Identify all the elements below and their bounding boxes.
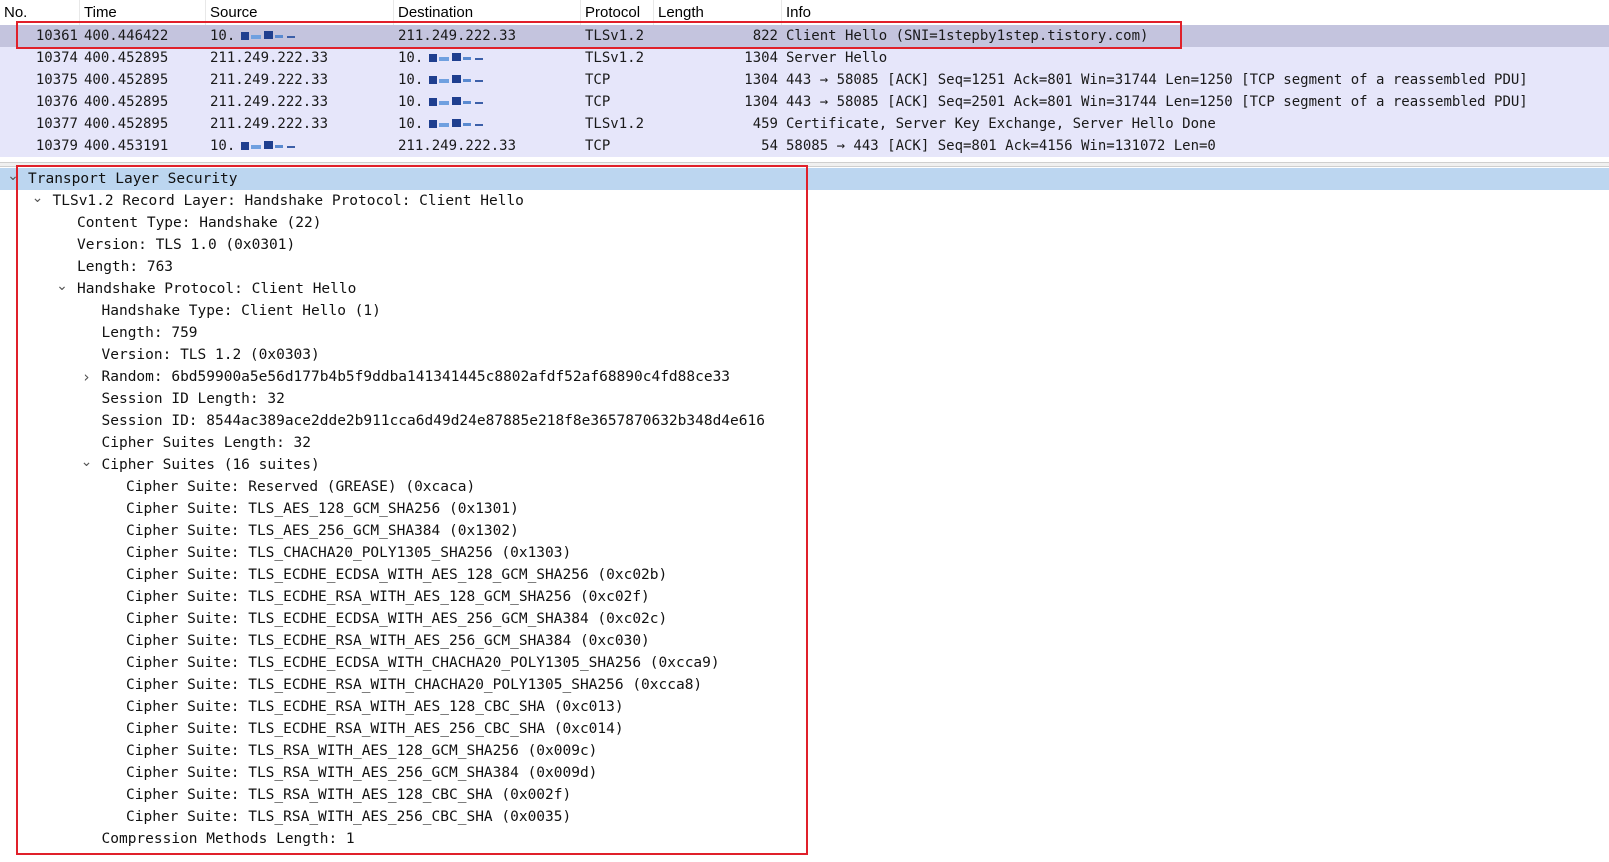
packet-cell-length: 459: [752, 116, 778, 132]
annotation-highlight-box: [16, 21, 1182, 49]
packet-cell-info: 58085 → 443 [ACK] Seq=801 Ack=4156 Win=1…: [786, 138, 1216, 154]
packet-cell-source: 211.249.222.33: [210, 50, 329, 66]
packet-cell-protocol: TCP: [585, 94, 611, 110]
packet-cell-time: 400.452895: [84, 116, 169, 132]
packet-cell-no: 10376: [35, 94, 78, 110]
annotation-highlight-box: [16, 165, 808, 855]
packet-cell-no: 10377: [35, 116, 78, 132]
packet-cell-destination: 10.: [398, 47, 485, 69]
redacted-address: [427, 74, 485, 86]
packet-cell-time: 400.452895: [84, 50, 169, 66]
packet-cell-source: 211.249.222.33: [210, 94, 329, 110]
packet-cell-destination: 10.: [398, 91, 485, 113]
packet-cell-source: 211.249.222.33: [210, 116, 329, 132]
packet-cell-info: Certificate, Server Key Exchange, Server…: [786, 116, 1216, 132]
packet-list-pane[interactable]: No. Time Source Destination Protocol Len…: [0, 0, 1609, 162]
packet-cell-source: 211.249.222.33: [210, 72, 329, 88]
packet-row[interactable]: 10379 400.453191 10. 211.249.222.33 TCP 54 580…: [0, 135, 1609, 157]
packet-cell-no: 10379: [35, 138, 78, 154]
packet-cell-length: 1304: [744, 72, 778, 88]
packet-cell-no: 10375: [35, 72, 78, 88]
packet-cell-source: 10.: [210, 135, 297, 157]
packet-cell-time: 400.452895: [84, 72, 169, 88]
packet-cell-length: 1304: [744, 50, 778, 66]
packet-row[interactable]: 10375 400.452895 211.249.222.33 10. TCP 1304 4…: [0, 69, 1609, 91]
redacted-address: [427, 118, 485, 130]
packet-cell-time: 400.453191: [84, 138, 169, 154]
packet-cell-no: 10374: [35, 50, 78, 66]
packet-cell-time: 400.452895: [84, 94, 169, 110]
packet-row[interactable]: 10377 400.452895 211.249.222.33 10. TLSv1.2 4…: [0, 113, 1609, 135]
packet-cell-length: 1304: [744, 94, 778, 110]
packet-cell-info: 443 → 58085 [ACK] Seq=2501 Ack=801 Win=3…: [786, 94, 1528, 110]
packet-cell-protocol: TCP: [585, 72, 611, 88]
packet-cell-destination: 10.: [398, 69, 485, 91]
redacted-address: [427, 96, 485, 108]
packet-cell-protocol: TCP: [585, 138, 611, 154]
packet-cell-destination: 10.: [398, 113, 485, 135]
packet-cell-protocol: TLSv1.2: [585, 50, 645, 66]
redacted-address: [427, 52, 485, 64]
packet-row[interactable]: 10374 400.452895 211.249.222.33 10. TLSv1.2 1…: [0, 47, 1609, 69]
packet-cell-length: 54: [761, 138, 778, 154]
packet-cell-info: 443 → 58085 [ACK] Seq=1251 Ack=801 Win=3…: [786, 72, 1528, 88]
redacted-address: [239, 140, 297, 152]
packet-cell-info: Server Hello: [786, 50, 888, 66]
packet-row[interactable]: 10376 400.452895 211.249.222.33 10. TCP 1304 4…: [0, 91, 1609, 113]
packet-cell-destination: 211.249.222.33: [398, 138, 517, 154]
packet-cell-protocol: TLSv1.2: [585, 116, 645, 132]
